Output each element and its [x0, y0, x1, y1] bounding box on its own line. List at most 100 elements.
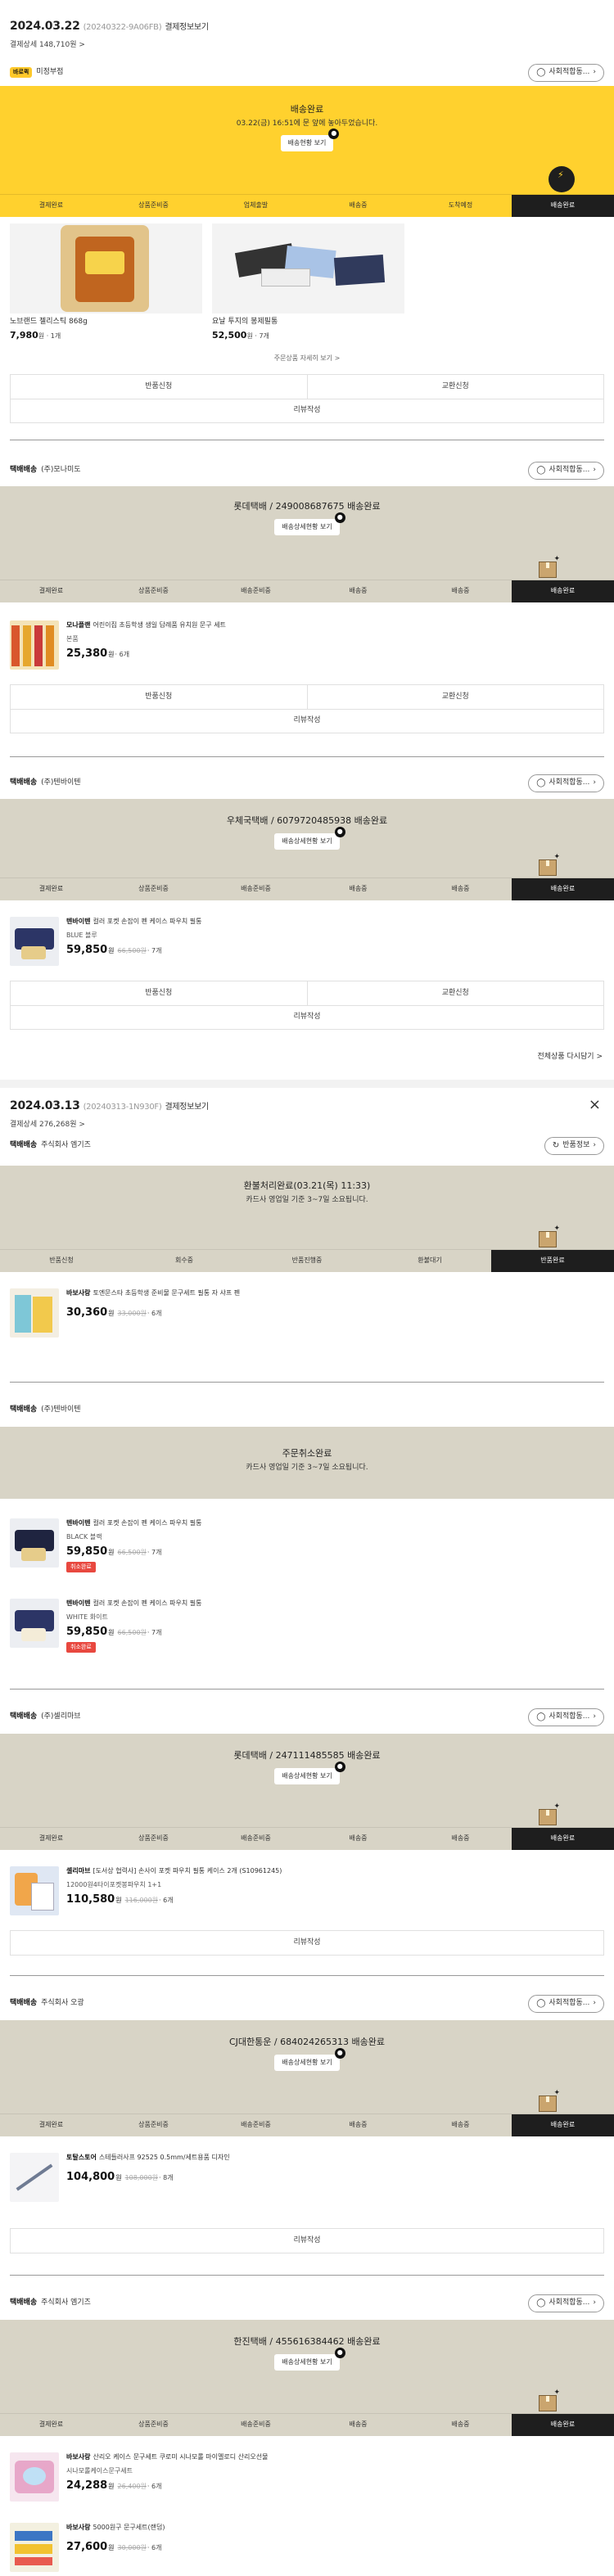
product-row[interactable]: 바보사랑 산리오 케이스 문구세트 쿠로미 시나모롤 마이멜로디 산리오선물 시나… — [0, 2436, 614, 2510]
contact-seller-button[interactable]: ◯ 사회적합동... › — [528, 63, 604, 82]
product-row[interactable]: 셀리마브 [도서상 협력사] 손사이 포켓 파우치 필통 케이스 2개 (S109… — [0, 1850, 614, 1924]
contact-seller-label: 사회적합동... — [549, 1999, 590, 2008]
return-button[interactable]: 반품신청 — [11, 375, 307, 399]
won-unit: 원 — [108, 1628, 115, 1636]
divider — [10, 756, 604, 757]
product-image — [212, 223, 404, 314]
contact-seller-button[interactable]: ◯ 사회적합동... › — [528, 2294, 604, 2312]
product-brand: 토탈스토어 — [66, 2153, 97, 2161]
product-row[interactable]: 바보사랑 토엔문스타 초등학생 준비물 문구세트 필통 자 샤프 펜 30,360… — [0, 1272, 614, 1346]
chevron-right-icon: › — [593, 2299, 596, 2308]
product-image — [10, 223, 202, 314]
order-number: (20240322-9A06FB) — [83, 23, 162, 32]
contact-seller-button[interactable]: ◯ 사회적합동... › — [528, 461, 604, 480]
reorder-all-link[interactable]: 전체상품 다시담기 > — [0, 1030, 614, 1062]
step-2: 상품준비중 — [138, 2121, 169, 2129]
payment-info-link[interactable]: 결제정보보기 — [165, 23, 209, 32]
shipping-type: 택배배송 — [10, 2299, 38, 2308]
write-review-button[interactable]: 리뷰작성 — [11, 399, 603, 422]
delivery-status-panel: 배송완료 03.22(금) 16:51에 문 앞에 놓아두었습니다. 배송현황 … — [0, 85, 614, 217]
product-name: 스테들러사프 92525 0.5mm/세트용품 디자인 — [98, 2153, 230, 2161]
status-title: CJ대한통운 / 684024265313 배송완료 — [228, 2036, 386, 2047]
track-delivery-button[interactable]: 배송상세현황 보기 ● — [274, 826, 345, 850]
write-review-button[interactable]: 리뷰작성 — [11, 710, 603, 733]
write-review-button[interactable]: 리뷰작성 — [11, 1006, 603, 1029]
step-3: 배송준비중 — [241, 1834, 271, 1843]
product-row[interactable]: 토탈스토어 스테들러사프 92525 0.5mm/세트용품 디자인 104,800… — [0, 2136, 614, 2210]
track-delivery-button[interactable]: 배송상세현황 보기 ● — [274, 1761, 345, 1784]
exchange-button[interactable]: 교환신청 — [306, 981, 604, 1005]
track-delivery-button[interactable]: 배송현황 보기 ● — [280, 128, 340, 151]
product-row[interactable]: 텐바이텐 컬러 포켓 손잡이 펜 케이스 파우치 필통 BLACK 블랙 59,8… — [0, 1499, 614, 1581]
progress-steps: 결제완료 상품준비중 배송준비중 배송중 배송중 배송완료 — [0, 877, 614, 900]
action-buttons: 반품신청 교환신청 리뷰작성 — [10, 683, 604, 733]
refund-status-panel: 환불처리완료(03.21(목) 11:33) 카드사 영업일 기준 3~7일 소… — [0, 1165, 614, 1272]
write-review-button[interactable]: 리뷰작성 — [11, 1931, 603, 1955]
step-5: 배송중 — [451, 2420, 470, 2429]
step-1: 결제완료 — [38, 201, 64, 210]
product-card[interactable]: 요날 투지의 봉제필통 52,500원 · 7개 — [212, 223, 404, 341]
won-unit: 원 — [115, 1896, 122, 1904]
chevron-right-icon: › — [593, 1141, 596, 1150]
status-subtext: 카드사 영업일 기준 3~7일 소요됩니다. — [246, 1195, 368, 1204]
product-name: [도서상 협력사] 손사이 포켓 파우치 필통 케이스 2개 (S1096124… — [93, 1866, 282, 1874]
product-brand: 바보사랑 — [66, 1288, 91, 1297]
write-review-button[interactable]: 리뷰작성 — [11, 2229, 603, 2253]
chat-icon: ◯ — [536, 2298, 546, 2308]
contact-seller-button[interactable]: ◯ 사회적합동... › — [528, 1994, 604, 2013]
track-delivery-button[interactable]: 배송상세현황 보기 ● — [274, 2347, 345, 2371]
step-4: 배송중 — [349, 201, 368, 210]
track-delivery-button[interactable]: 배송상세현황 보기 ● — [274, 512, 345, 535]
product-row[interactable]: 모나플랜 어린이집 초등학생 생일 답례품 유치원 문구 세트 본품 25,380… — [0, 602, 614, 678]
step-6-active: 배송완료 — [512, 1827, 614, 1850]
action-buttons: 리뷰작성 — [10, 2227, 604, 2253]
product-row[interactable]: 바보사랑 5000원구 문구세트(랜덤) 27,600원 30,000원· 6개 — [0, 2510, 614, 2576]
original-price: 26,400원 — [117, 2482, 147, 2490]
seller-name: (주)텐바이텐 — [41, 778, 81, 787]
badge-dot-icon: ● — [328, 128, 340, 139]
exchange-button[interactable]: 교환신청 — [306, 374, 604, 399]
payment-summary[interactable]: 결제상세 148,710원 > — [10, 41, 604, 50]
product-card[interactable]: 노브랜드 젤리스틱 868g 7,980원 · 1개 — [10, 223, 202, 341]
step-4: 배송중 — [349, 2121, 368, 2129]
delivery-status-panel: 한진택배 / 455616384462 배송완료 배송상세현황 보기 ● ✦ 결제… — [0, 2319, 614, 2436]
payment-info-link[interactable]: 결제정보보기 — [165, 1103, 209, 1112]
status-title: 배송완료 — [290, 103, 324, 115]
seller-name: 주식회사 엠기즈 — [41, 1141, 91, 1150]
track-delivery-button[interactable]: 배송상세현황 보기 ● — [274, 2047, 345, 2071]
badge-dot-icon: ● — [334, 1761, 345, 1772]
product-price: 24,288 — [66, 2479, 108, 2492]
contact-seller-button[interactable]: ◯ 사회적합동... › — [528, 1708, 604, 1726]
step-3: 업체출발 — [243, 201, 269, 210]
chat-icon: ◯ — [536, 1712, 546, 1721]
product-qty: · 6개 — [115, 650, 130, 658]
step-3: 반품진행중 — [291, 1256, 323, 1265]
delivery-box-icon: ✦ — [535, 2389, 560, 2413]
payment-summary[interactable]: 결제상세 276,268원 > — [10, 1121, 604, 1130]
product-row[interactable]: 텐바이텐 컬러 포켓 손잡이 펜 케이스 파우치 필통 WHITE 화이트 59,… — [0, 1581, 614, 1661]
return-button[interactable]: 반품신청 — [11, 685, 307, 709]
step-1: 결제완료 — [38, 1834, 64, 1843]
return-button[interactable]: 반품신청 — [11, 981, 307, 1005]
close-icon[interactable]: × — [589, 1096, 601, 1115]
return-info-button[interactable]: ↻ 반품정보 › — [544, 1136, 604, 1155]
delivery-status-panel: 롯데택배 / 247111485585 배송완료 배송상세현황 보기 ● ✦ 결제… — [0, 1733, 614, 1850]
product-name: 토엔문스타 초등학생 준비물 문구세트 필통 자 샤프 펜 — [93, 1288, 241, 1297]
exchange-button[interactable]: 교환신청 — [306, 684, 604, 709]
original-price: 30,000원 — [117, 2543, 147, 2551]
contact-seller-button[interactable]: ◯ 사회적합동... › — [528, 774, 604, 792]
seller-name: 미정부점 — [36, 68, 64, 77]
badge-dot-icon: ● — [334, 826, 345, 837]
product-thumbnail — [10, 2522, 59, 2572]
step-3: 배송준비중 — [241, 587, 271, 595]
delivery-box-icon: ✦ — [535, 2089, 560, 2114]
product-name: 컬러 포켓 손잡이 펜 케이스 파우치 필통 — [93, 1599, 202, 1607]
order-details-link[interactable]: 주문상품 자세히 보기 > — [0, 341, 614, 368]
product-row[interactable]: 텐바이텐 컬러 포켓 손잡이 펜 케이스 파우치 필통 BLUE 블루 59,85… — [0, 900, 614, 974]
step-4: 배송중 — [349, 587, 368, 595]
product-brand: 바보사랑 — [66, 2452, 91, 2461]
product-name: 노브랜드 젤리스틱 868g — [10, 317, 88, 326]
original-price: 33,000원 — [117, 1309, 147, 1317]
step-5: 배송중 — [451, 2121, 470, 2129]
product-price: 25,380 — [66, 647, 108, 660]
